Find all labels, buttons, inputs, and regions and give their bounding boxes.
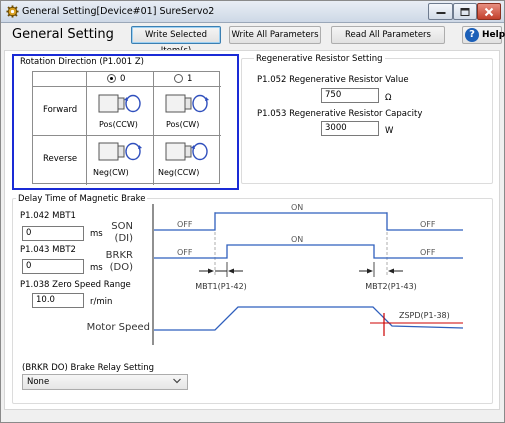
son-on-label: ON	[291, 203, 303, 212]
mbt2-marker-label: MBT2(P1-43)	[365, 282, 417, 291]
brkr-label-2: (DO)	[110, 262, 133, 273]
son-label-1: SON	[111, 221, 133, 232]
son-off-label-left: OFF	[177, 220, 193, 229]
brkr-off-label-right: OFF	[420, 248, 436, 257]
mbt2-delay-marker	[359, 262, 403, 277]
mbt1-delay-marker	[199, 262, 243, 277]
son-off-label-right: OFF	[420, 220, 436, 229]
brkr-off-label-left: OFF	[177, 248, 193, 257]
brkr-on-label: ON	[291, 235, 303, 244]
zspd-label: ZSPD(P1-38)	[399, 311, 450, 320]
brake-timing-diagram: SON (DI) BRKR (DO) Motor Speed OFF ON OF…	[87, 203, 464, 345]
son-signal-line	[154, 212, 463, 231]
son-label-2: (DI)	[115, 233, 134, 244]
motor-speed-label: Motor Speed	[87, 322, 150, 333]
brkr-label-1: BRKR	[106, 250, 133, 261]
mbt1-marker-label: MBT1(P1-42)	[195, 282, 247, 291]
brkr-signal-line	[154, 244, 463, 259]
